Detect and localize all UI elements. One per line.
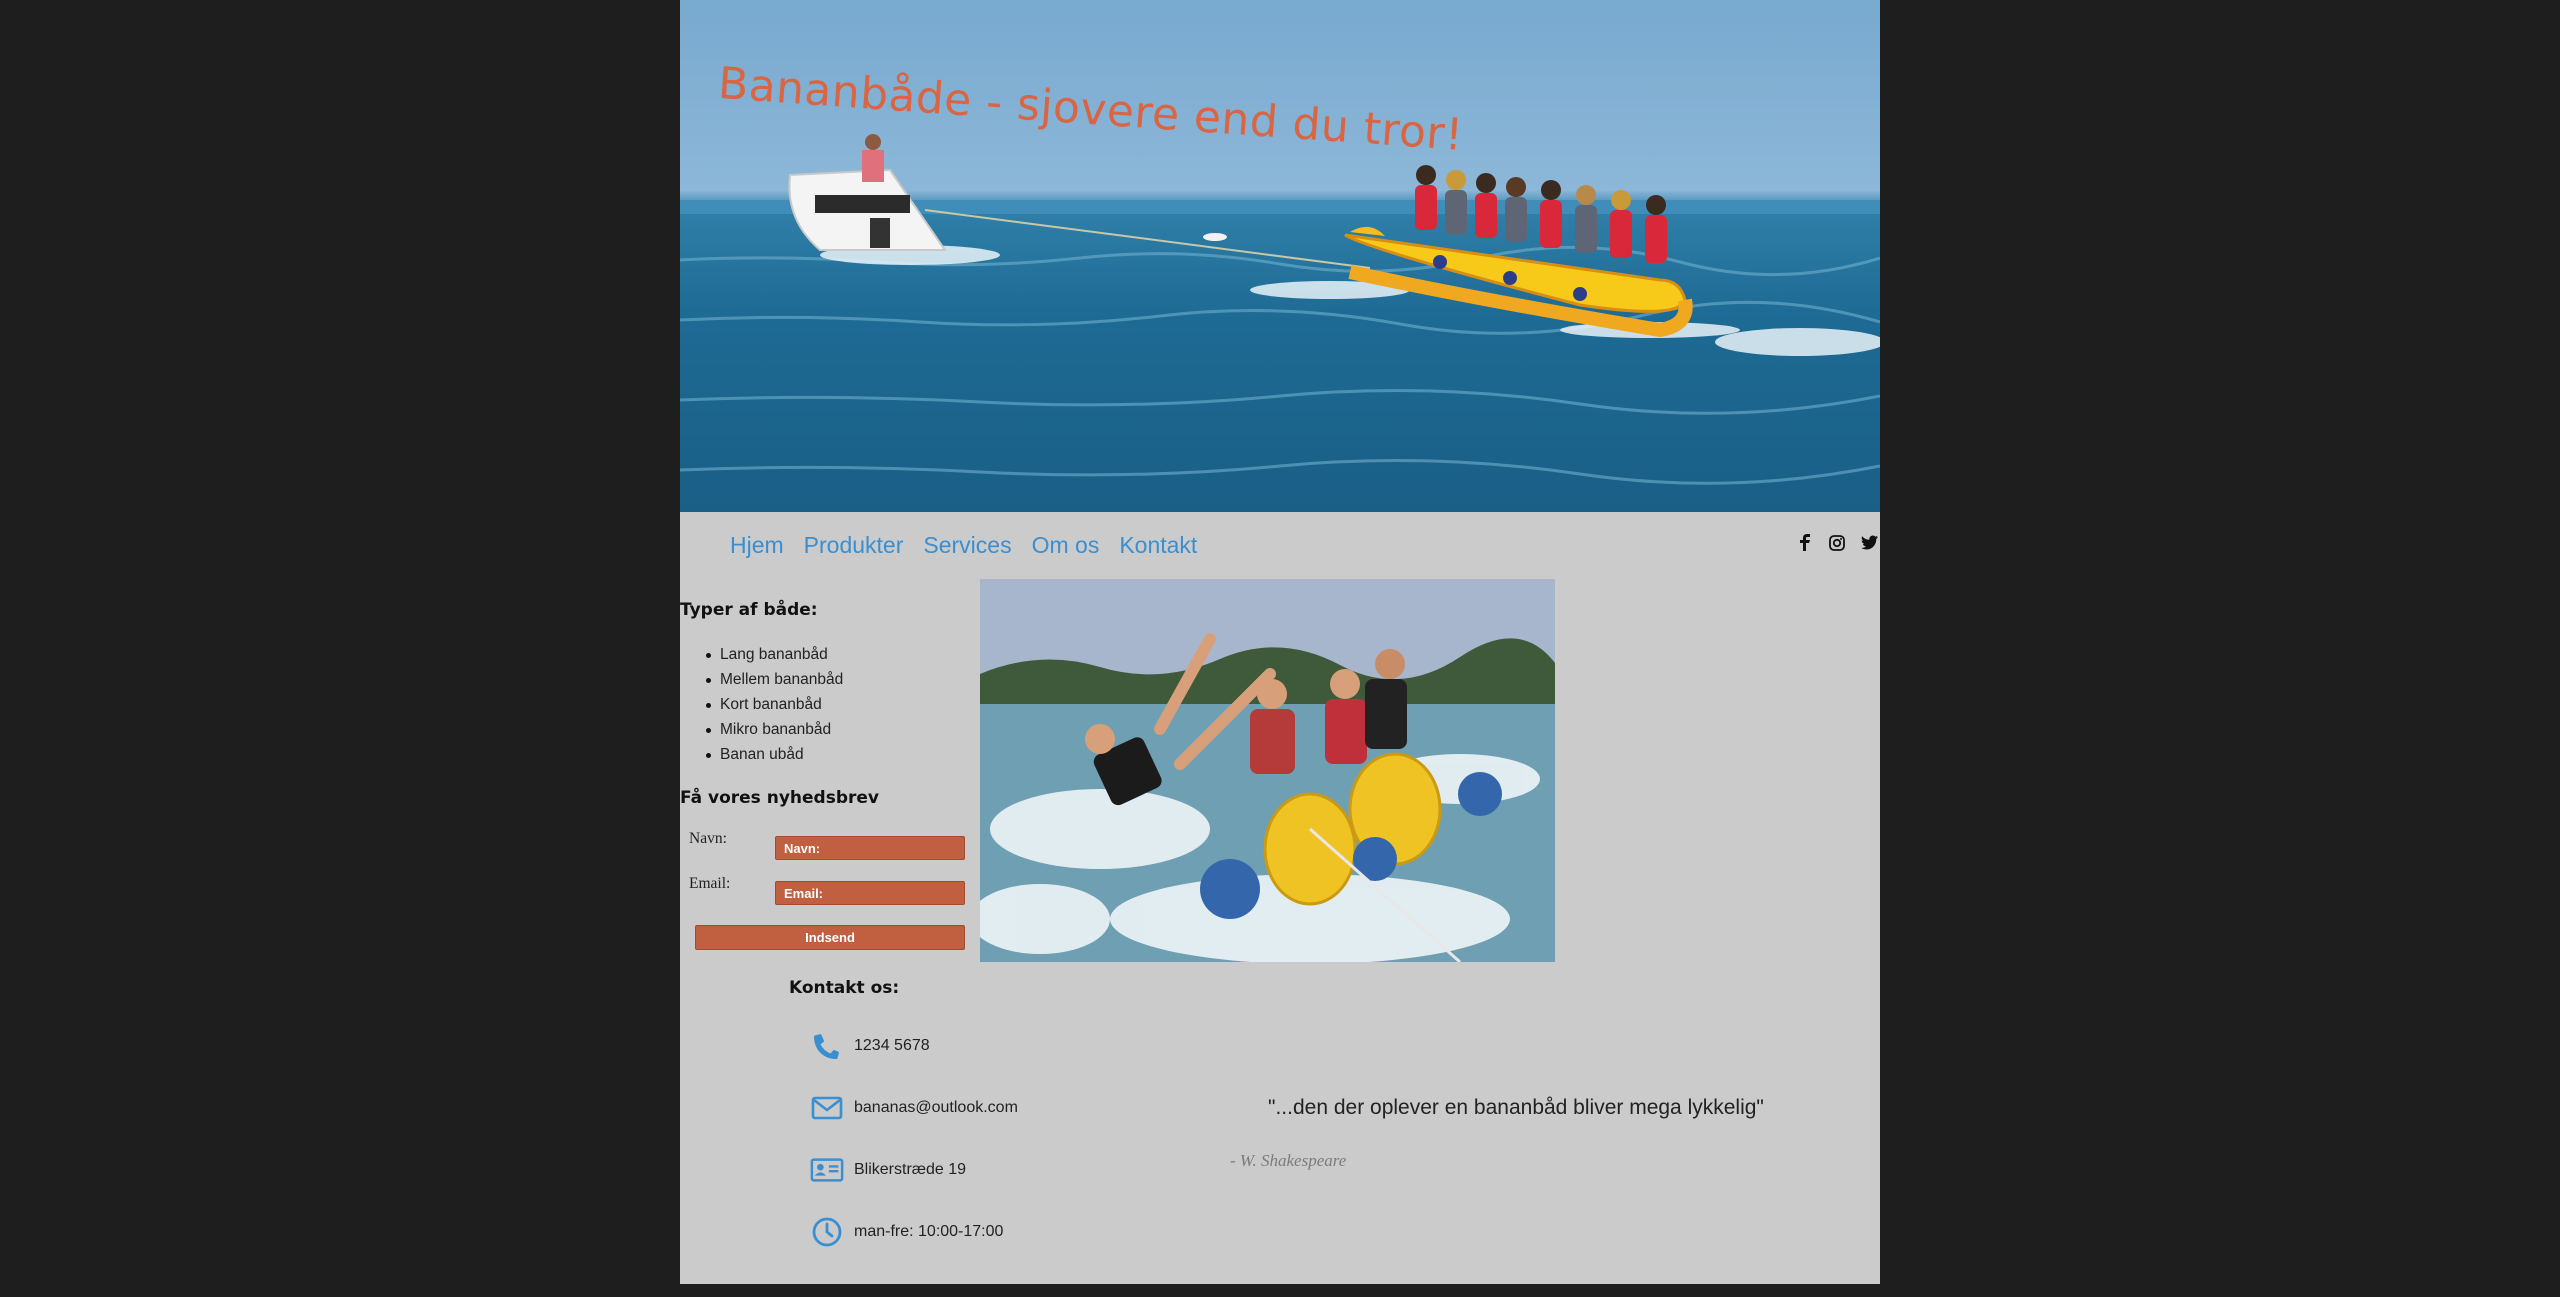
- contact-email: bananas@outlook.com: [810, 1091, 1018, 1125]
- contact-address: Blikerstræde 19: [810, 1153, 966, 1187]
- hero-banner: Bananbåde - sjovere end du tror!: [680, 0, 1880, 512]
- speedboat-shape: [788, 134, 947, 251]
- twitter-icon[interactable]: [1860, 535, 1878, 555]
- nav-link-kontakt[interactable]: Kontakt: [1119, 532, 1197, 559]
- email-input[interactable]: [775, 881, 965, 905]
- contact-hours: man-fre: 10:00-17:00: [810, 1215, 1003, 1249]
- nav-link-produkter[interactable]: Produkter: [804, 532, 904, 559]
- quote-author: - W. Shakespeare: [1230, 1151, 1347, 1170]
- nav-link-om-os[interactable]: Om os: [1032, 532, 1100, 559]
- nav-link-services[interactable]: Services: [923, 532, 1011, 559]
- street-address: Blikerstræde 19: [854, 1161, 967, 1178]
- main-navigation: Hjem Produkter Services Om os Kontakt: [680, 512, 1880, 578]
- nav-link-hjem[interactable]: Hjem: [730, 532, 784, 559]
- social-links: [1796, 534, 1878, 556]
- nav-links: Hjem Produkter Services Om os Kontakt: [730, 532, 1197, 559]
- opening-hours: man-fre: 10:00-17:00: [854, 1223, 1004, 1240]
- instagram-icon[interactable]: [1828, 534, 1846, 556]
- boat-types-list: Lang bananbåd Mellem bananbåd Kort banan…: [705, 642, 843, 767]
- phone-number: 1234 5678: [854, 1037, 930, 1054]
- list-item: Mikro bananbåd: [705, 717, 843, 742]
- newsletter-heading: Få vores nyhedsbrev: [680, 788, 879, 808]
- boat-types-heading: Typer af både:: [680, 600, 818, 620]
- submit-button[interactable]: Indsend: [695, 925, 965, 950]
- contact-phone: 1234 5678: [810, 1029, 930, 1063]
- email-address[interactable]: bananas@outlook.com: [854, 1099, 1018, 1117]
- list-item: Kort bananbåd: [705, 692, 843, 717]
- page-container: Bananbåde - sjovere end du tror! Hjem Pr…: [680, 0, 1880, 1284]
- list-item: Mellem bananbåd: [705, 667, 843, 692]
- list-item: Lang bananbåd: [705, 642, 843, 667]
- address-card-icon: [810, 1153, 844, 1187]
- quote-text: "...den der oplever en bananbåd bliver m…: [1268, 1096, 1764, 1119]
- banana-boat-shape: [1344, 165, 1693, 338]
- email-label: Email:: [689, 875, 731, 892]
- phone-icon: [810, 1029, 844, 1063]
- envelope-icon: [810, 1091, 844, 1125]
- banana-boat-photo: [980, 579, 1555, 962]
- name-label: Navn:: [689, 830, 727, 847]
- contact-heading: Kontakt os:: [789, 978, 900, 998]
- facebook-icon[interactable]: [1796, 534, 1814, 556]
- list-item: Banan ubåd: [705, 742, 843, 767]
- clock-icon: [810, 1215, 844, 1249]
- name-input[interactable]: [775, 836, 965, 860]
